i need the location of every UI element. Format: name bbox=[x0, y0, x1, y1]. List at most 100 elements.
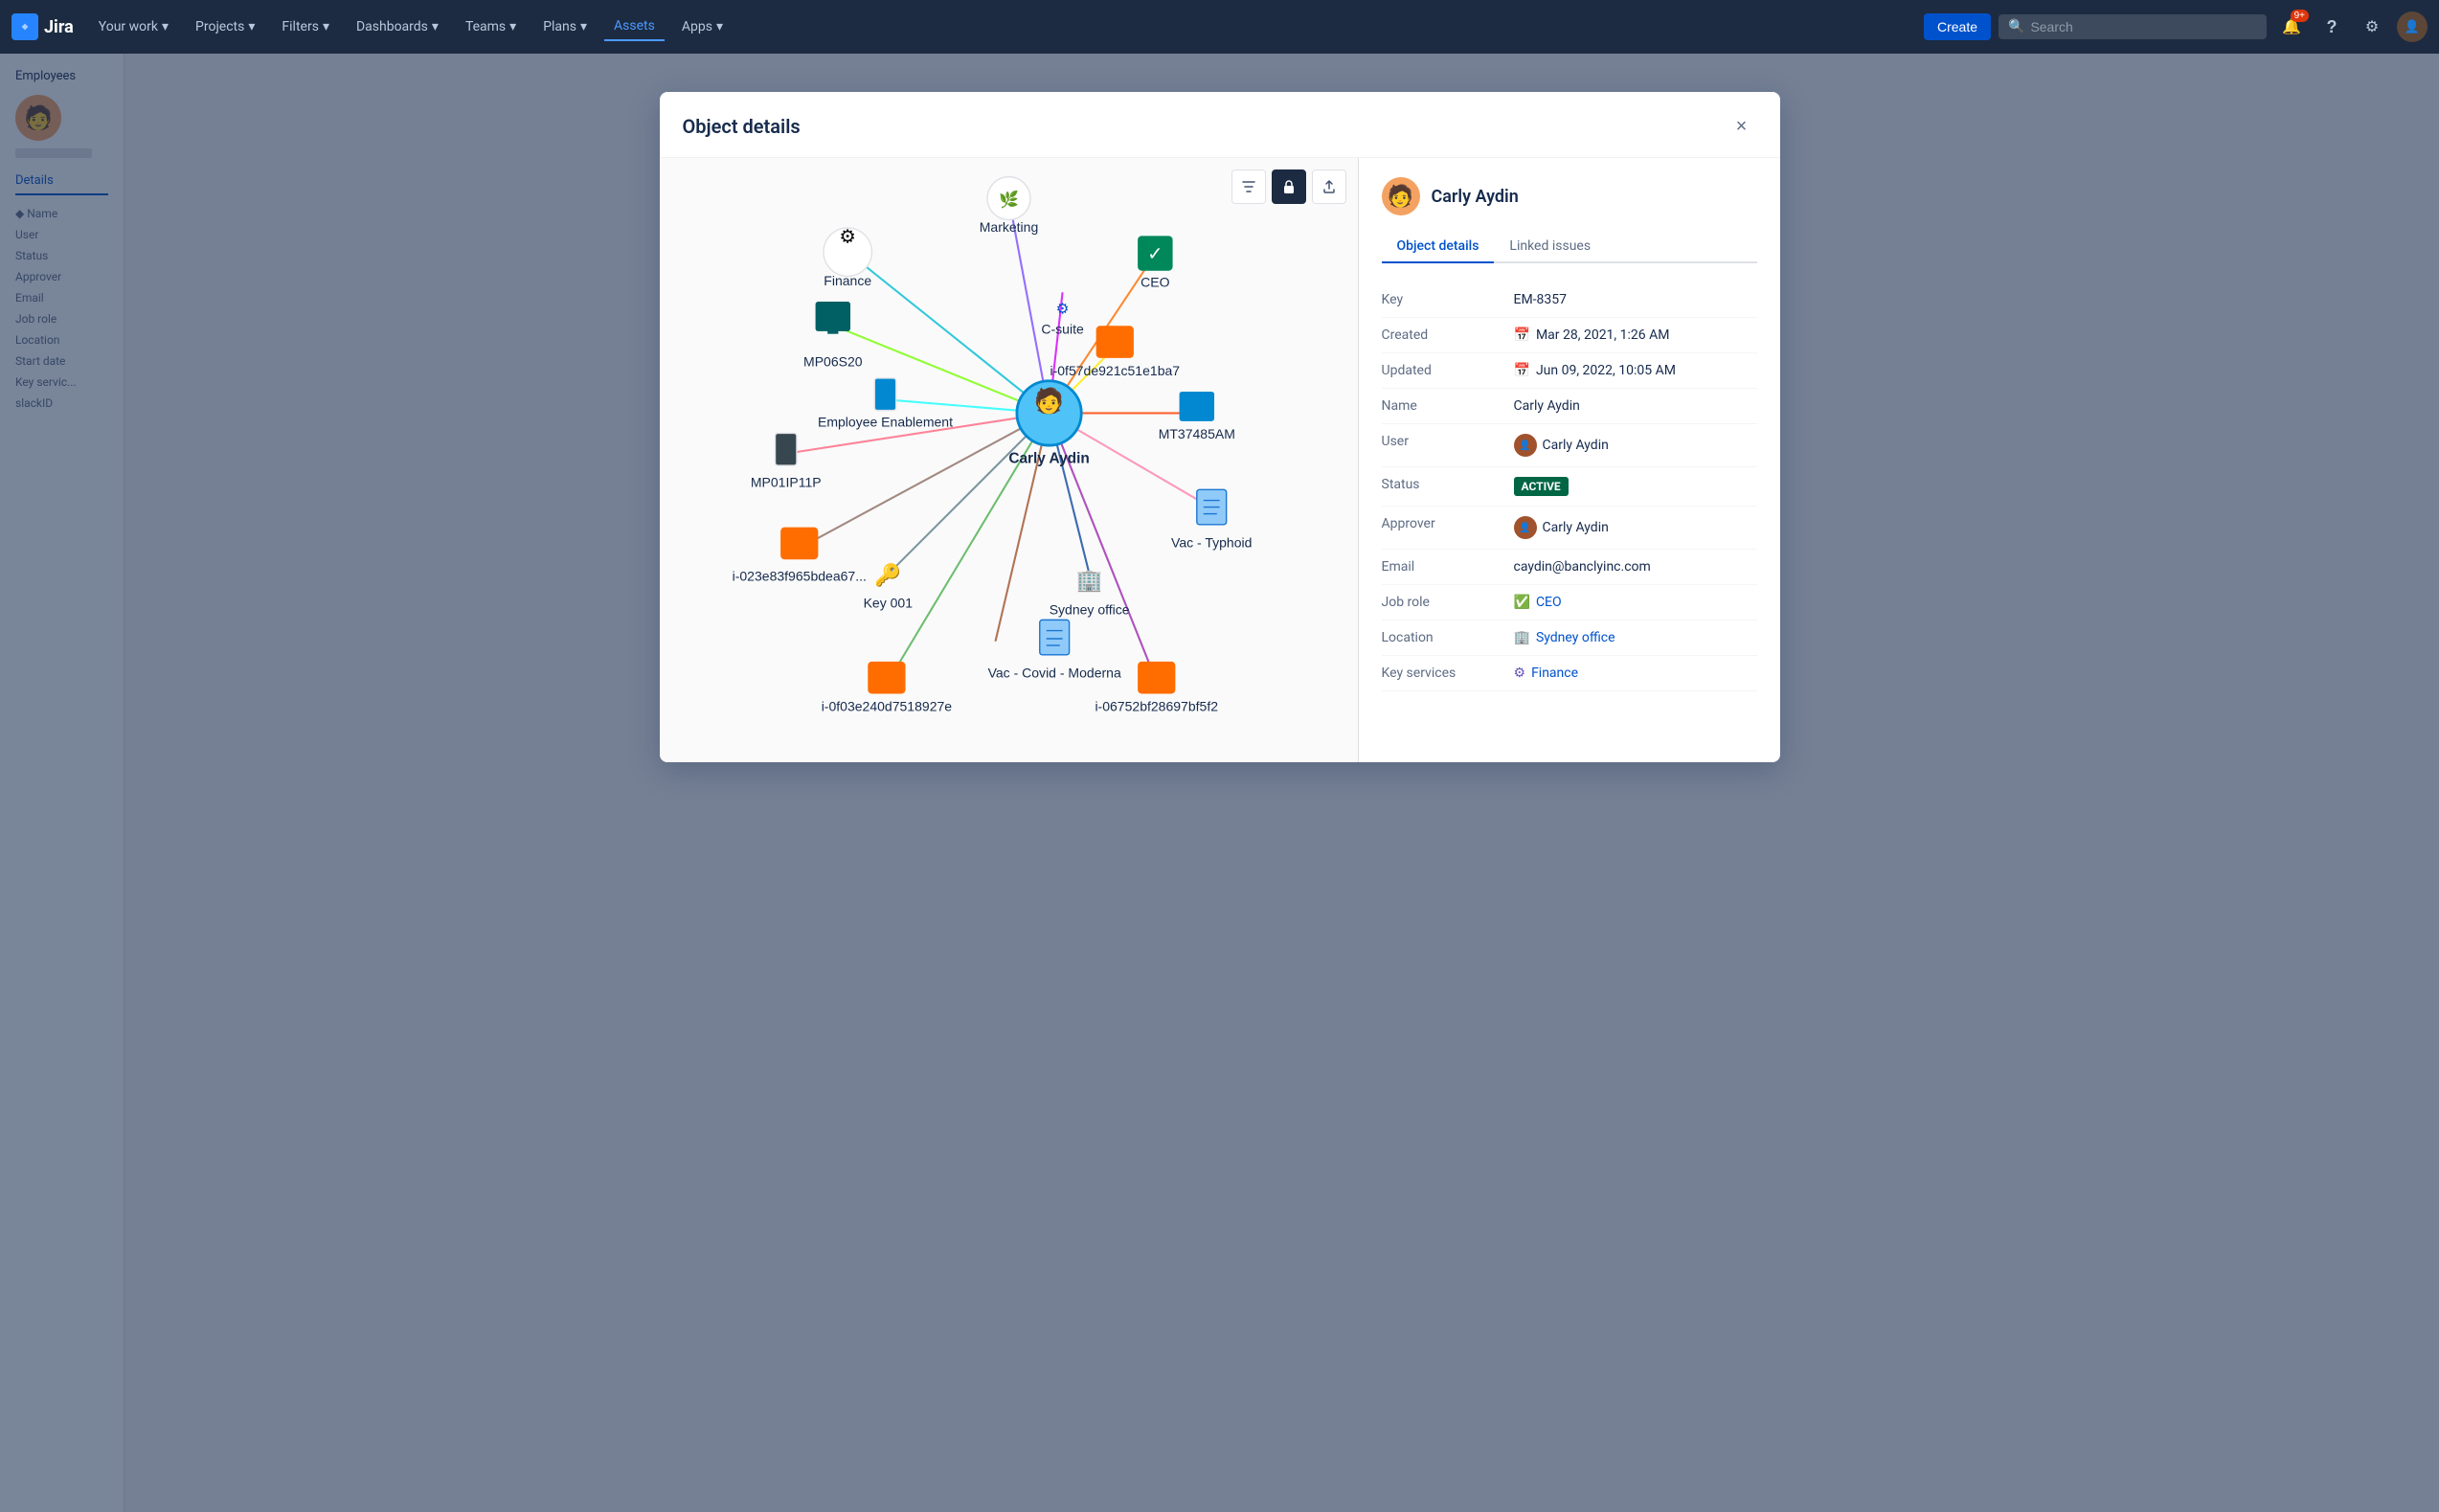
svg-text:MP06S20: MP06S20 bbox=[803, 353, 863, 369]
person-header: 🧑 Carly Aydin bbox=[1382, 177, 1757, 215]
finance-icon: ⚙ bbox=[1514, 666, 1526, 681]
chevron-down-icon: ▾ bbox=[432, 19, 439, 34]
nav-plans[interactable]: Plans ▾ bbox=[533, 13, 597, 40]
chevron-down-icon: ▾ bbox=[162, 19, 169, 34]
svg-text:🌿: 🌿 bbox=[999, 190, 1019, 210]
modal-overlay[interactable]: Object details × bbox=[0, 54, 2439, 1512]
label-status: Status bbox=[1382, 477, 1506, 492]
modal-close-button[interactable]: × bbox=[1727, 111, 1757, 142]
graph-toolbar bbox=[1231, 169, 1346, 204]
calendar-icon: 📅 bbox=[1514, 327, 1530, 343]
svg-text:Finance: Finance bbox=[824, 273, 871, 288]
approver-avatar-small: 👤 bbox=[1514, 516, 1537, 539]
nav-teams[interactable]: Teams ▾ bbox=[456, 13, 526, 40]
svg-text:✓: ✓ bbox=[1147, 243, 1163, 265]
svg-text:MP01IP11P: MP01IP11P bbox=[750, 475, 821, 490]
graph-export-button[interactable] bbox=[1312, 169, 1346, 204]
svg-text:i-06752bf28697bf5f2: i-06752bf28697bf5f2 bbox=[1095, 699, 1218, 714]
jobrole-link[interactable]: CEO bbox=[1536, 595, 1562, 610]
jira-wordmark: Jira bbox=[44, 17, 74, 37]
value-created: 📅 Mar 28, 2021, 1:26 AM bbox=[1514, 327, 1757, 343]
navbar: Jira Your work ▾ Projects ▾ Filters ▾ Da… bbox=[0, 0, 2439, 54]
user-avatar[interactable]: 👤 bbox=[2397, 11, 2428, 42]
jira-logo[interactable]: Jira bbox=[11, 13, 74, 40]
search-icon: 🔍 bbox=[2008, 19, 2024, 34]
svg-text:Vac - Covid - Moderna: Vac - Covid - Moderna bbox=[987, 666, 1120, 681]
nav-dashboards[interactable]: Dashboards ▾ bbox=[347, 13, 448, 40]
details-panel: 🧑 Carly Aydin Object details Linked issu… bbox=[1359, 158, 1780, 762]
details-row-user: User 👤 Carly Aydin bbox=[1382, 424, 1757, 467]
finance-link[interactable]: Finance bbox=[1531, 666, 1578, 681]
svg-text:Key 001: Key 001 bbox=[863, 596, 913, 611]
gear-icon: ⚙ bbox=[2365, 17, 2379, 36]
help-button[interactable]: ? bbox=[2316, 11, 2347, 42]
help-icon: ? bbox=[2327, 17, 2337, 37]
details-row-created: Created 📅 Mar 28, 2021, 1:26 AM bbox=[1382, 318, 1757, 353]
svg-text:i-0f03e240d7518927e: i-0f03e240d7518927e bbox=[821, 699, 952, 714]
modal-title: Object details bbox=[683, 115, 801, 138]
navbar-right: 🔍 🔔 9+ ? ⚙ 👤 bbox=[1999, 11, 2428, 42]
svg-text:🏢: 🏢 bbox=[1075, 569, 1102, 594]
value-name: Carly Aydin bbox=[1514, 398, 1757, 414]
details-row-location: Location 🏢 Sydney office bbox=[1382, 621, 1757, 656]
graph-filter-button[interactable] bbox=[1231, 169, 1266, 204]
chevron-down-icon: ▾ bbox=[323, 19, 329, 34]
label-location: Location bbox=[1382, 630, 1506, 645]
svg-text:MT37485AM: MT37485AM bbox=[1158, 426, 1234, 441]
details-row-status: Status ACTIVE bbox=[1382, 467, 1757, 507]
nav-projects[interactable]: Projects ▾ bbox=[186, 13, 264, 40]
settings-button[interactable]: ⚙ bbox=[2357, 11, 2387, 42]
svg-text:🔑: 🔑 bbox=[874, 561, 901, 588]
tab-object-details[interactable]: Object details bbox=[1382, 231, 1495, 263]
modal-body: ⚙ Finance 🌿 Marketing ✓ CEO ⚙ C-suite bbox=[660, 158, 1780, 762]
details-row-approver: Approver 👤 Carly Aydin bbox=[1382, 507, 1757, 550]
svg-text:C-suite: C-suite bbox=[1041, 322, 1084, 337]
label-approver: Approver bbox=[1382, 516, 1506, 531]
nav-filters[interactable]: Filters ▾ bbox=[272, 13, 339, 40]
details-row-jobrole: Job role ✅ CEO bbox=[1382, 585, 1757, 621]
graph-panel: ⚙ Finance 🌿 Marketing ✓ CEO ⚙ C-suite bbox=[660, 158, 1359, 762]
chevron-down-icon: ▾ bbox=[509, 19, 516, 34]
search-bar[interactable]: 🔍 bbox=[1999, 14, 2267, 39]
network-graph[interactable]: ⚙ Finance 🌿 Marketing ✓ CEO ⚙ C-suite bbox=[660, 158, 1358, 762]
details-row-key: Key EM-8357 bbox=[1382, 282, 1757, 318]
building-icon: 🏢 bbox=[1514, 630, 1530, 645]
label-created: Created bbox=[1382, 327, 1506, 343]
nav-apps[interactable]: Apps ▾ bbox=[672, 13, 733, 40]
label-keyservices: Key services bbox=[1382, 666, 1506, 681]
nav-your-work[interactable]: Your work ▾ bbox=[89, 13, 178, 40]
person-avatar-icon: 🧑 bbox=[1382, 177, 1420, 215]
modal-dialog: Object details × bbox=[660, 92, 1780, 762]
svg-text:Employee Enablement: Employee Enablement bbox=[817, 414, 952, 429]
svg-text:Carly Aydin: Carly Aydin bbox=[1008, 450, 1089, 466]
label-updated: Updated bbox=[1382, 363, 1506, 378]
graph-lock-button[interactable] bbox=[1272, 169, 1306, 204]
notifications-badge: 9+ bbox=[2291, 10, 2309, 22]
value-email: caydin@banclyinc.com bbox=[1514, 559, 1757, 575]
chevron-down-icon: ▾ bbox=[248, 19, 255, 34]
nav-assets[interactable]: Assets bbox=[604, 12, 665, 41]
label-user: User bbox=[1382, 434, 1506, 449]
jira-logo-icon bbox=[11, 13, 38, 40]
label-key: Key bbox=[1382, 292, 1506, 307]
details-row-email: Email caydin@banclyinc.com bbox=[1382, 550, 1757, 585]
value-approver: 👤 Carly Aydin bbox=[1514, 516, 1757, 539]
details-tabs: Object details Linked issues bbox=[1382, 231, 1757, 263]
details-table: Key EM-8357 Created 📅 Mar 28, 2021, 1:26… bbox=[1382, 282, 1757, 691]
label-email: Email bbox=[1382, 559, 1506, 575]
tab-linked-issues[interactable]: Linked issues bbox=[1494, 231, 1606, 263]
details-row-keyservices: Key services ⚙ Finance bbox=[1382, 656, 1757, 691]
status-badge: ACTIVE bbox=[1514, 477, 1569, 496]
svg-text:Vac - Typhoid: Vac - Typhoid bbox=[1171, 535, 1252, 551]
svg-text:⚙: ⚙ bbox=[839, 225, 856, 247]
search-input[interactable] bbox=[2030, 19, 2257, 34]
value-keyservices[interactable]: ⚙ Finance bbox=[1514, 666, 1757, 681]
notifications-button[interactable]: 🔔 9+ bbox=[2276, 11, 2307, 42]
create-button[interactable]: Create bbox=[1924, 13, 1991, 40]
chevron-down-icon: ▾ bbox=[716, 19, 723, 34]
value-location[interactable]: 🏢 Sydney office bbox=[1514, 630, 1757, 645]
modal-header: Object details × bbox=[660, 92, 1780, 158]
svg-text:i-023e83f965bdea67...: i-023e83f965bdea67... bbox=[732, 569, 866, 584]
location-link[interactable]: Sydney office bbox=[1536, 630, 1615, 645]
value-jobrole[interactable]: ✅ CEO bbox=[1514, 595, 1757, 610]
